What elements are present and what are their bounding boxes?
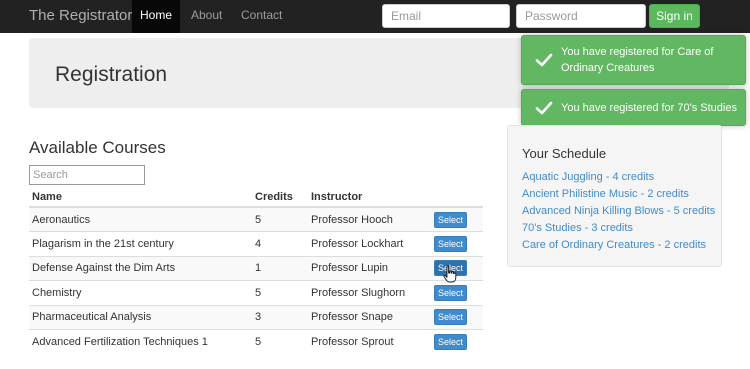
course-name: Plagarism in the 21st century [29,231,252,256]
schedule-panel: Your Schedule Aquatic Juggling - 4 credi… [507,125,722,267]
course-name: Advanced Fertilization Techniques 1 [29,329,252,354]
schedule-item[interactable]: Ancient Philistine Music - 2 credits [522,186,715,203]
select-button[interactable]: Select [434,235,467,252]
select-button[interactable]: Select [434,309,467,326]
course-instructor: Professor Lupin [308,255,431,281]
schedule-item[interactable]: 70's Studies - 3 credits [522,220,715,237]
select-button[interactable]: Select [434,284,467,301]
course-instructor: Professor Hooch [308,206,431,232]
table-row: Chemistry 5 Professor Slughorn Select [29,280,483,305]
course-name: Chemistry [29,280,252,305]
nav-about[interactable]: About [191,0,222,33]
sign-in-button[interactable]: Sign in [649,4,700,28]
schedule-item[interactable]: Advanced Ninja Killing Blows - 5 credits [522,203,715,220]
course-credits: 5 [252,329,308,354]
select-button[interactable]: Select [434,334,467,350]
table-row: Advanced Fertilization Techniques 1 5 Pr… [29,329,483,354]
column-header-name: Name [29,187,252,208]
table-row: Aeronautics 5 Professor Hooch Select [29,206,483,232]
email-field[interactable] [382,4,510,28]
notification-message: You have registered for 70's Studies [561,102,737,114]
course-instructor: Professor Lockhart [308,231,431,256]
check-icon [535,101,553,115]
search-input[interactable] [29,165,145,185]
courses-heading: Available Courses [29,138,166,157]
course-instructor: Professor Snape [308,304,431,330]
schedule-list: Aquatic Juggling - 4 credits Ancient Phi… [522,169,715,254]
table-header-row: Name Credits Instructor [29,187,483,208]
nav-home[interactable]: Home [132,0,180,33]
schedule-item[interactable]: Care of Ordinary Creatures - 2 credits [522,237,715,254]
notification-toast[interactable]: You have registered for Care of Ordinary… [521,35,746,85]
notification-toast[interactable]: You have registered for 70's Studies [521,89,746,126]
page-title: Registration [55,63,168,86]
course-instructor: Professor Slughorn [308,280,431,305]
course-name: Pharmaceutical Analysis [29,304,252,330]
column-header-instructor: Instructor [308,187,431,208]
schedule-heading: Your Schedule [522,146,607,161]
password-field[interactable] [516,4,646,28]
table-row: Plagarism in the 21st century 4 Professo… [29,231,483,256]
column-header-action [431,187,483,208]
course-name: Defense Against the Dim Arts [29,255,252,281]
select-button[interactable]: Select [434,211,467,228]
brand-link[interactable]: The Registrator [29,7,132,24]
course-instructor: Professor Sprout [308,329,431,354]
notification-message: You have registered for Care of Ordinary… [561,46,714,74]
schedule-item[interactable]: Aquatic Juggling - 4 credits [522,169,715,186]
course-credits: 3 [252,304,308,330]
check-icon [535,53,553,67]
courses-table: Name Credits Instructor Aeronautics 5 Pr… [29,187,483,354]
course-credits: 5 [252,280,308,305]
course-name: Aeronautics [29,206,252,232]
table-row: Defense Against the Dim Arts 1 Professor… [29,255,483,281]
course-credits: 5 [252,206,308,232]
hand-cursor-icon [443,265,457,283]
course-credits: 4 [252,231,308,256]
nav-contact[interactable]: Contact [241,0,282,33]
navbar: The Registrator Home About Contact Sign … [0,0,750,33]
course-credits: 1 [252,255,308,281]
table-row: Pharmaceutical Analysis 3 Professor Snap… [29,304,483,330]
column-header-credits: Credits [252,187,308,208]
